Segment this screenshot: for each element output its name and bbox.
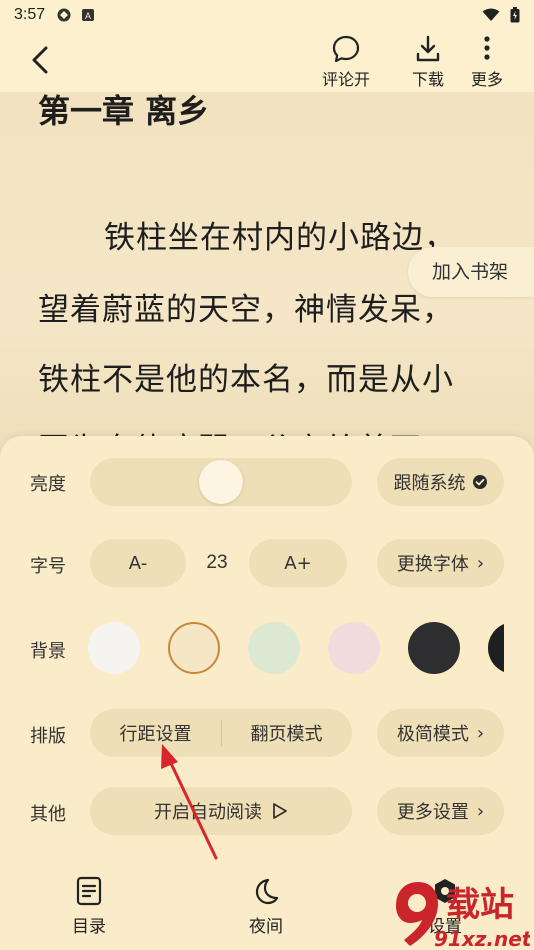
app-notification-icon: A	[82, 9, 95, 21]
status-bar: 3:57 A	[0, 0, 534, 30]
chevron-right-icon: ›	[476, 552, 485, 574]
change-font-button[interactable]: 更换字体 ›	[377, 539, 504, 587]
minimal-mode-label: 极简模式	[396, 724, 469, 745]
status-time: 3:57	[14, 6, 46, 23]
background-swatch-beige-selected[interactable]	[168, 622, 220, 674]
background-swatch-black-clip	[488, 622, 504, 674]
vpn-icon	[57, 8, 71, 22]
follow-system-button[interactable]: 跟随系统	[377, 458, 504, 506]
chevron-right-icon: ›	[476, 800, 485, 822]
background-swatch-dark[interactable]	[408, 622, 460, 674]
comment-bubble-icon	[332, 35, 360, 63]
download-icon	[416, 35, 440, 62]
check-circle-icon	[472, 475, 487, 489]
watermark-sub-text: 91xz.net	[434, 927, 530, 950]
font-increase-button[interactable]: A+	[249, 539, 347, 587]
line-spacing-button[interactable]: 行距设置	[90, 720, 221, 746]
reading-area[interactable]: 第一章 离乡 铁柱坐在村内的小路边， 望着蔚蓝的天空，神情发呆， 铁柱不是他的本…	[0, 92, 534, 452]
layout-segmented-control: 行距设置 翻页模式	[90, 709, 352, 757]
play-outline-icon	[273, 803, 287, 819]
more-vertical-icon	[484, 36, 490, 60]
watermark-main-text: 载站	[446, 885, 514, 925]
nav-night-label: 夜间	[249, 917, 283, 937]
reading-settings-panel: 亮度 跟随系统 字号 A- 23 A+ 更换字体 › 背景 排版 行距设置 翻页…	[0, 436, 534, 950]
site-watermark-logo: 载站 91xz.net	[396, 882, 530, 950]
follow-system-label: 跟随系统	[393, 473, 466, 494]
font-size-label: 字号	[30, 556, 66, 577]
more-settings-button[interactable]: 更多设置 ›	[377, 787, 504, 835]
background-swatch-pink[interactable]	[328, 622, 380, 674]
add-to-shelf-button[interactable]: 加入书架	[408, 247, 534, 297]
chapter-title: 第一章 离乡	[38, 92, 210, 130]
font-size-value: 23	[206, 552, 228, 573]
background-swatch-white[interactable]	[88, 622, 140, 674]
background-swatch-black[interactable]	[488, 622, 504, 674]
wifi-icon	[482, 8, 500, 21]
nav-toc-button[interactable]: 目录	[34, 876, 144, 937]
more-label: 更多	[470, 70, 503, 89]
download-label: 下载	[411, 70, 444, 89]
svg-text:A: A	[85, 11, 91, 21]
chevron-right-icon: ›	[476, 722, 485, 744]
nav-night-button[interactable]: 夜间	[211, 876, 321, 937]
segment-divider	[221, 720, 222, 746]
battery-icon	[510, 7, 520, 23]
brightness-label: 亮度	[30, 474, 66, 495]
download-button[interactable]: 下载	[398, 34, 458, 90]
back-arrow-icon[interactable]	[24, 42, 60, 78]
font-decrease-button[interactable]: A-	[90, 539, 186, 587]
comment-toggle-button[interactable]: 评论开	[316, 34, 376, 90]
toc-document-icon	[76, 876, 102, 906]
nav-toc-label: 目录	[72, 917, 106, 937]
auto-read-button[interactable]: 开启自动阅读	[90, 787, 352, 835]
layout-label: 排版	[30, 726, 66, 747]
other-label: 其他	[30, 804, 66, 825]
background-label: 背景	[30, 641, 66, 662]
change-font-label: 更换字体	[396, 554, 469, 575]
moon-icon	[255, 878, 279, 905]
page-mode-button[interactable]: 翻页模式	[221, 720, 352, 746]
brightness-slider-knob[interactable]	[199, 460, 243, 504]
minimal-mode-button[interactable]: 极简模式 ›	[377, 709, 504, 757]
more-button[interactable]: 更多	[457, 34, 517, 90]
text-line: 铁柱不是他的本名，而是从小	[38, 362, 454, 398]
comment-toggle-label: 评论开	[321, 70, 370, 89]
text-line: 铁柱坐在村内的小路边，	[104, 220, 456, 256]
background-swatch-green[interactable]	[248, 622, 300, 674]
brightness-slider[interactable]	[90, 458, 352, 506]
top-bar: 评论开 下载 更多	[0, 30, 534, 92]
more-settings-label: 更多设置	[396, 802, 469, 823]
auto-read-label: 开启自动阅读	[154, 802, 262, 823]
text-line: 望着蔚蓝的天空，神情发呆，	[38, 292, 454, 328]
